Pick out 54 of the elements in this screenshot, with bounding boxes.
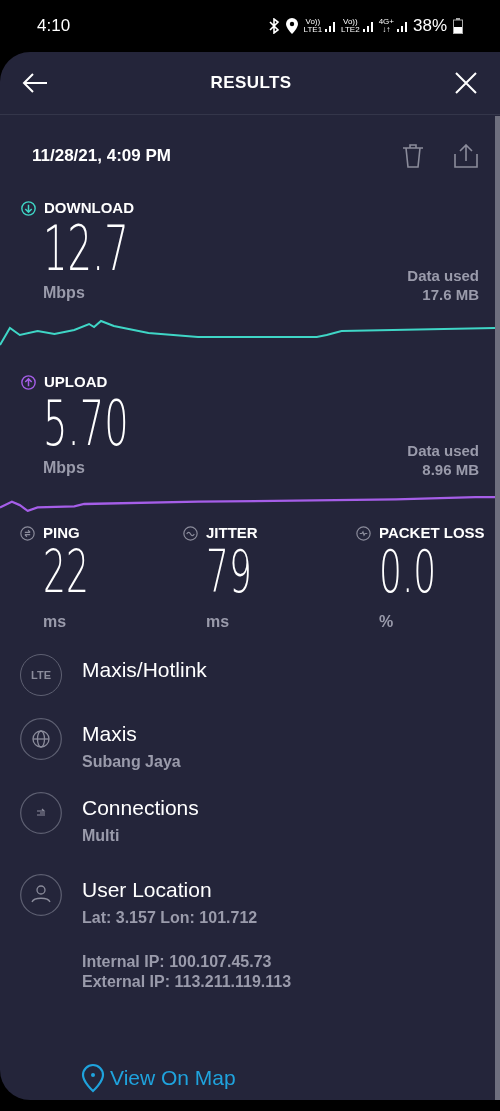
network-label: Vo)) — [343, 18, 358, 26]
signal-icon — [325, 20, 336, 32]
jitter-icon — [183, 525, 198, 541]
network-label: LTE1 — [303, 26, 323, 34]
data-used-label: Data used — [407, 266, 479, 286]
location-icon — [285, 18, 298, 34]
speed-value: 5.70 — [43, 393, 129, 454]
metric-label: PACKET LOSS — [379, 522, 485, 543]
info-title: Maxis/Hotlink — [82, 658, 207, 683]
info-subtitle: Lat: 3.157 Lon: 101.712 — [82, 908, 258, 929]
data-used-value: 17.6 MB — [422, 285, 479, 305]
user-icon — [20, 874, 62, 917]
speed-unit: Mbps — [43, 457, 86, 478]
data-used-value: 8.96 MB — [422, 459, 479, 479]
metric-value: 0.0 — [379, 544, 437, 601]
ip-address: External IP: 113.211.119.113 — [82, 972, 293, 993]
speed-unit: Mbps — [43, 283, 86, 304]
delete-button[interactable] — [402, 143, 424, 168]
info-title: Maxis — [82, 722, 138, 747]
screen-title: RESULTS — [210, 72, 292, 95]
connections-icon — [20, 792, 62, 835]
map-pin-icon — [80, 1063, 106, 1093]
ping-icon — [20, 525, 35, 541]
clock-time: 4:10 — [37, 15, 71, 38]
signal-icon — [396, 20, 407, 32]
metric-label: JITTER — [206, 522, 258, 543]
info-subtitle: Multi — [82, 826, 121, 847]
speed-label: DOWNLOAD — [44, 197, 134, 218]
battery-percent: 38% — [412, 15, 447, 38]
data-used-label: Data used — [407, 440, 479, 460]
metric-value: 79 — [206, 544, 252, 601]
bluetooth-icon — [267, 18, 280, 34]
battery-icon — [453, 18, 463, 34]
ip-address: Internal IP: 100.107.45.73 — [82, 952, 273, 973]
view-on-map-link[interactable]: View On Map — [80, 1062, 236, 1094]
signal-icon — [362, 20, 373, 32]
network-label: Vo)) — [305, 18, 321, 26]
network-label: ↓↑ — [382, 26, 391, 34]
share-button[interactable] — [454, 143, 478, 168]
metric-label: PING — [43, 522, 80, 543]
speed-value: 12.7 — [43, 219, 129, 280]
info-subtitle: Subang Jaya — [82, 752, 181, 773]
test-date: 11/28/21, 4:09 PM — [32, 145, 171, 168]
metric-unit: ms — [205, 612, 231, 633]
network-label: 4G+ — [378, 18, 394, 26]
network-label: LTE2 — [341, 26, 360, 34]
metric-unit: % — [378, 612, 395, 633]
speed-label: UPLOAD — [44, 372, 108, 393]
loss-icon — [356, 525, 371, 541]
info-title: Connections — [82, 796, 199, 821]
globe-icon — [20, 718, 62, 761]
info-title: User Location — [82, 878, 213, 903]
metric-value: 22 — [43, 544, 89, 601]
metric-unit: ms — [42, 612, 68, 633]
